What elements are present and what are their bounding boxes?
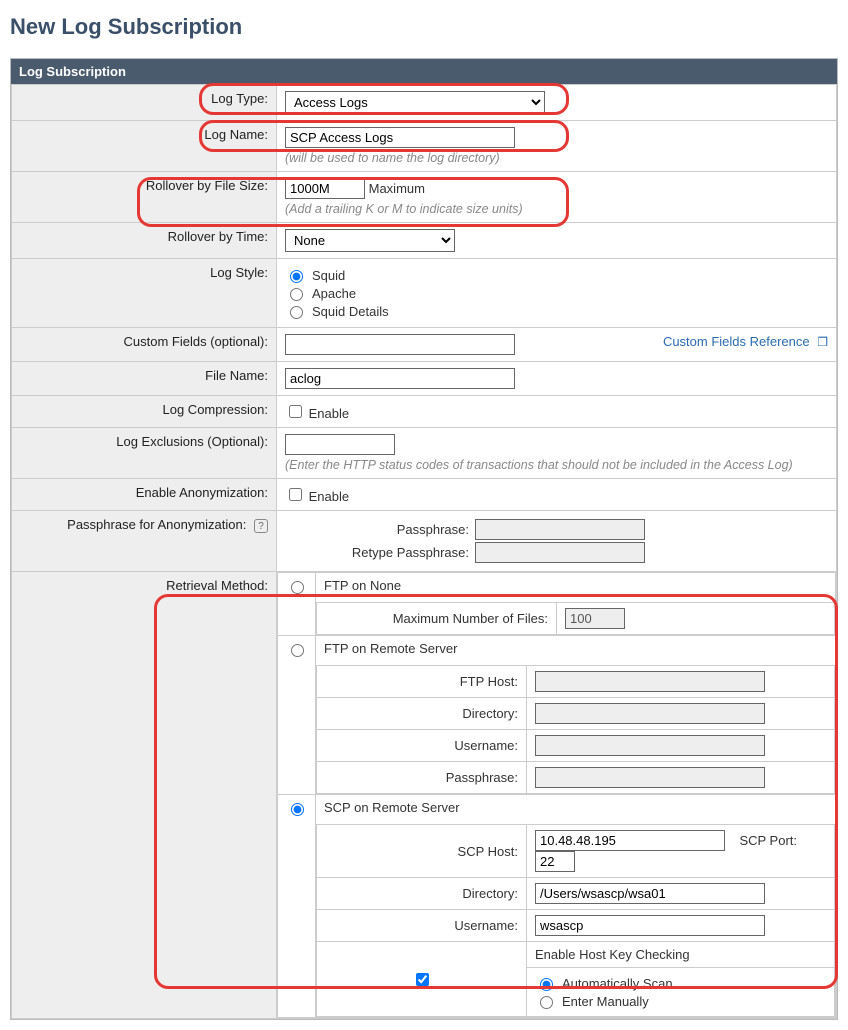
ftp-remote-label: FTP on Remote Server <box>316 636 835 661</box>
label-log-name: Log Name: <box>12 121 277 172</box>
label-rollover-size: Rollover by File Size: <box>12 172 277 223</box>
log-type-select[interactable]: Access Logs <box>285 91 545 114</box>
rollover-size-suffix: Maximum <box>369 181 425 196</box>
retype-passphrase-label: Retype Passphrase: <box>285 545 475 560</box>
label-log-type: Log Type: <box>12 85 277 121</box>
ftp-directory-input <box>535 703 765 724</box>
scp-username-label: Username: <box>317 910 527 942</box>
log-style-apache-label: Apache <box>312 286 356 301</box>
max-files-input <box>565 608 625 629</box>
popout-icon: ❐ <box>817 335 828 349</box>
scp-host-input[interactable] <box>535 830 725 851</box>
scp-remote-label: SCP on Remote Server <box>316 795 835 820</box>
ftp-host-label: FTP Host: <box>317 666 527 698</box>
ftp-passphrase-label: Passphrase: <box>317 762 527 794</box>
label-rollover-time: Rollover by Time: <box>12 223 277 259</box>
scp-host-label: SCP Host: <box>317 825 527 878</box>
ftp-username-label: Username: <box>317 730 527 762</box>
hostkey-manual-label: Enter Manually <box>562 994 649 1009</box>
enable-hostkey-label: Enable Host Key Checking <box>527 942 834 967</box>
exclusions-input[interactable] <box>285 434 395 455</box>
scp-directory-label: Directory: <box>317 878 527 910</box>
compression-checkbox[interactable] <box>289 405 302 418</box>
anon-retype-passphrase-input <box>475 542 645 563</box>
scp-port-label: SCP Port: <box>739 833 797 848</box>
ftp-passphrase-input <box>535 767 765 788</box>
compression-enable-text: Enable <box>309 406 349 421</box>
scp-username-input[interactable] <box>535 915 765 936</box>
log-style-squiddetails-label: Squid Details <box>312 304 389 319</box>
custom-fields-reference-link[interactable]: Custom Fields Reference <box>663 334 810 349</box>
rollover-size-hint: (Add a trailing K or M to indicate size … <box>285 202 828 216</box>
hostkey-auto-radio[interactable] <box>540 978 553 991</box>
label-anon-passphrase: Passphrase for Anonymization: ? <box>12 511 277 572</box>
anon-passphrase-input <box>475 519 645 540</box>
rollover-time-select[interactable]: None <box>285 229 455 252</box>
log-style-apache-radio[interactable] <box>290 288 303 301</box>
custom-fields-input[interactable] <box>285 334 515 355</box>
enable-hostkey-checkbox[interactable] <box>416 973 429 986</box>
log-style-squid-radio[interactable] <box>290 270 303 283</box>
anonymization-enable-text: Enable <box>309 489 349 504</box>
anonymization-checkbox[interactable] <box>289 488 302 501</box>
file-name-input[interactable] <box>285 368 515 389</box>
panel-header: Log Subscription <box>11 59 837 84</box>
rollover-size-input[interactable] <box>285 178 365 199</box>
exclusions-hint: (Enter the HTTP status codes of transact… <box>285 458 828 472</box>
scp-directory-input[interactable] <box>535 883 765 904</box>
hostkey-manual-radio[interactable] <box>540 996 553 1009</box>
ftp-host-input <box>535 671 765 692</box>
label-anonymization: Enable Anonymization: <box>12 479 277 511</box>
log-name-input[interactable] <box>285 127 515 148</box>
hostkey-auto-label: Automatically Scan <box>562 976 673 991</box>
retrieval-ftp-remote-radio[interactable] <box>291 644 304 657</box>
label-retrieval: Retrieval Method: <box>12 572 277 1019</box>
log-style-squid-label: Squid <box>312 268 345 283</box>
log-name-hint: (will be used to name the log directory) <box>285 151 828 165</box>
scp-port-input[interactable] <box>535 851 575 872</box>
ftp-directory-label: Directory: <box>317 698 527 730</box>
label-file-name: File Name: <box>12 362 277 396</box>
ftp-username-input <box>535 735 765 756</box>
help-icon[interactable]: ? <box>254 519 268 533</box>
retrieval-ftp-none-radio[interactable] <box>291 581 304 594</box>
max-files-label: Maximum Number of Files: <box>317 603 557 635</box>
log-style-squiddetails-radio[interactable] <box>290 306 303 319</box>
label-exclusions: Log Exclusions (Optional): <box>12 428 277 479</box>
page-title: New Log Subscription <box>10 14 838 40</box>
label-compression: Log Compression: <box>12 396 277 428</box>
log-subscription-panel: Log Subscription Log Type: Access Logs L… <box>10 58 838 1020</box>
ftp-none-label: FTP on None <box>316 573 835 598</box>
label-custom-fields: Custom Fields (optional): <box>12 328 277 362</box>
retrieval-scp-remote-radio[interactable] <box>291 803 304 816</box>
label-log-style: Log Style: <box>12 259 277 328</box>
passphrase-label: Passphrase: <box>285 522 475 537</box>
